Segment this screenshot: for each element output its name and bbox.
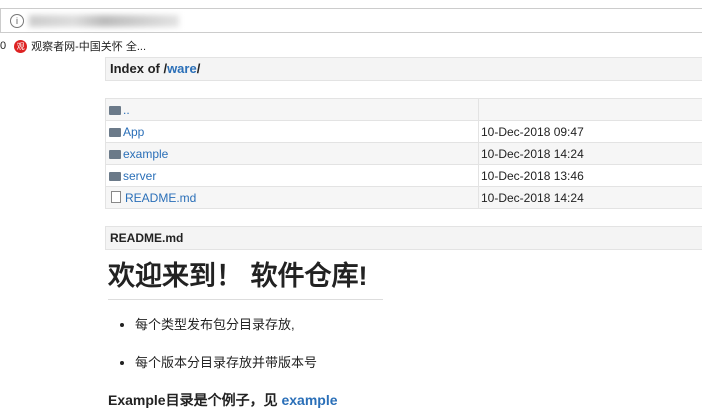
file-link[interactable]: README.md: [125, 191, 196, 205]
file-link[interactable]: App: [123, 125, 144, 139]
date-cell: [479, 99, 702, 121]
file-icon: [111, 191, 121, 203]
file-table: .. App 10-Dec-2018 09:47 example 10-Dec-2018…: [105, 98, 702, 209]
readme-subheading: Example目录是个例子，见 example: [108, 390, 702, 410]
content: Index of /ware/ ..App10-Dec-2018 09:47ex…: [105, 57, 702, 410]
folder-icon: [109, 128, 121, 137]
title-suffix: /: [197, 61, 201, 76]
list-item: 每个类型发布包分目录存放,: [135, 314, 702, 333]
info-icon[interactable]: i: [10, 14, 24, 28]
address-bar[interactable]: i: [0, 8, 702, 33]
subheading-text: Example目录是个例子，见: [108, 392, 281, 408]
readme-list: 每个类型发布包分目录存放, 每个版本分目录存放并带版本号: [105, 314, 702, 371]
folder-icon: [109, 106, 121, 115]
title-prefix: Index of /: [110, 61, 167, 76]
file-link[interactable]: server: [123, 169, 156, 183]
name-cell: README.md: [106, 187, 479, 209]
bookmark-logo-icon: 观: [14, 40, 27, 53]
date-cell: 10-Dec-2018 09:47: [479, 121, 702, 143]
date-cell: 10-Dec-2018 14:24: [479, 187, 702, 209]
name-cell: example: [106, 143, 479, 165]
example-link[interactable]: example: [281, 392, 337, 408]
file-link[interactable]: example: [123, 147, 168, 161]
bookmark-guancha[interactable]: 观察者网-中国关怀 全...: [31, 38, 146, 54]
bookmark-count: 0: [0, 40, 6, 52]
readme-header: README.md: [105, 226, 702, 250]
date-cell: 10-Dec-2018 14:24: [479, 143, 702, 165]
readme-heading: 欢迎来到！ 软件仓库!: [108, 254, 383, 300]
name-cell: ..: [106, 99, 479, 121]
folder-icon: [109, 150, 121, 159]
page-title: Index of /ware/: [105, 57, 702, 81]
table-row: ..: [106, 99, 702, 121]
folder-icon: [109, 172, 121, 181]
dir-link[interactable]: ware: [167, 61, 197, 76]
file-link[interactable]: ..: [123, 103, 130, 117]
list-item: 每个版本分目录存放并带版本号: [135, 352, 702, 371]
date-cell: 10-Dec-2018 13:46: [479, 165, 702, 187]
name-cell: App: [106, 121, 479, 143]
table-row: App 10-Dec-2018 09:47: [106, 121, 702, 143]
table-row: README.md 10-Dec-2018 14:24: [106, 187, 702, 209]
table-row: server 10-Dec-2018 13:46: [106, 165, 702, 187]
table-row: example 10-Dec-2018 14:24: [106, 143, 702, 165]
blurred-url: [29, 15, 179, 27]
name-cell: server: [106, 165, 479, 187]
bookmarks-bar: 0 观 观察者网-中国关怀 全...: [0, 38, 146, 54]
